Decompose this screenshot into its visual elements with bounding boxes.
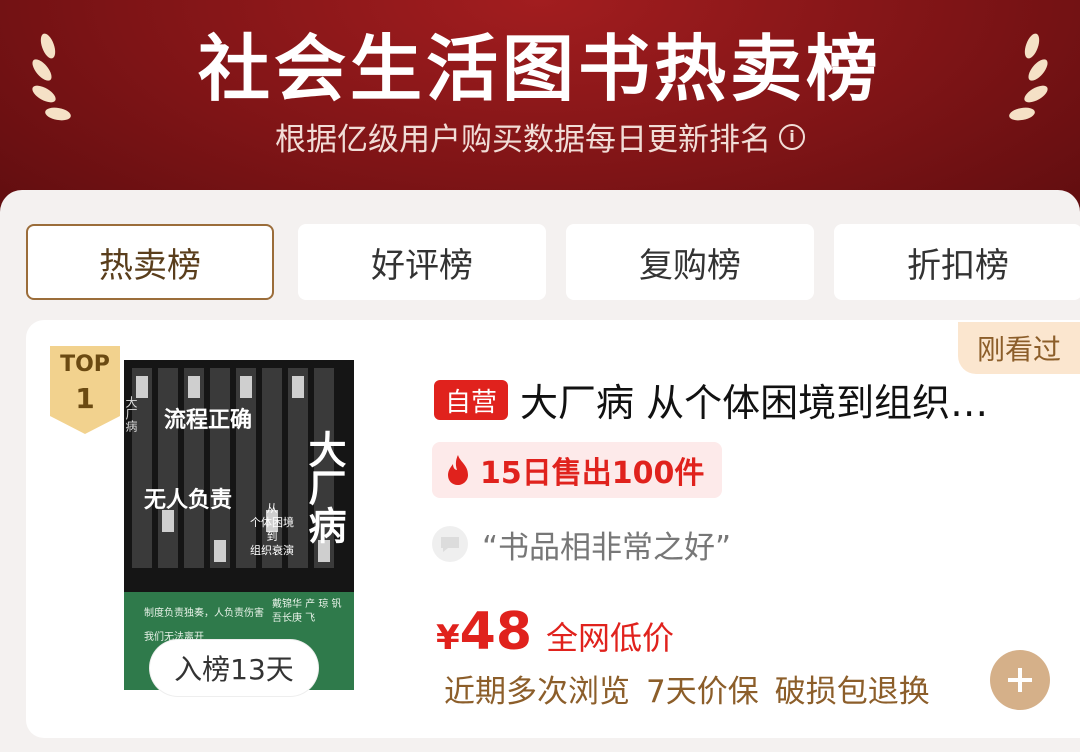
price-label: 全网低价 (546, 619, 675, 657)
cover-slogan-2: 无人负责 (144, 488, 233, 513)
review-snippet[interactable]: “书品相非常之好” (432, 520, 731, 568)
review-text: “书品相非常之好” (482, 529, 732, 566)
cover-subtitle-line: 组织衰演 (250, 544, 294, 557)
cover-subtitle-line: 个体困境 (250, 516, 294, 529)
price-currency: ¥ (436, 618, 460, 658)
fire-icon (448, 455, 468, 485)
price-value: 48 (459, 602, 533, 662)
tab-repurchase[interactable]: 复购榜 (566, 224, 814, 300)
product-title[interactable]: 大厂病 从个体困境到组织… (520, 372, 1060, 428)
sales-text: 15日售出100件 (480, 456, 705, 491)
cover-subtitle: 从 个体困境 到 组织衰演 (242, 502, 302, 558)
rank-badge: TOP 1 (50, 346, 120, 434)
rank-number: 1 (75, 382, 95, 415)
perk-item: 7天价保 (646, 674, 759, 710)
days-on-list-badge: 入榜13天 (150, 640, 318, 696)
cover-subtitle-line: 到 (266, 530, 278, 543)
tab-good-review[interactable]: 好评榜 (298, 224, 546, 300)
chat-bubble-icon (432, 526, 468, 562)
tab-discount[interactable]: 折扣榜 (834, 224, 1080, 300)
sales-badge: 15日售出100件 (432, 442, 722, 498)
plus-icon (1008, 668, 1032, 692)
cover-authors: 戴锦华 产 琼 钒 吾长庚 飞 (272, 599, 342, 624)
subtitle-text: 根据亿级用户购买数据每日更新排名 (275, 122, 771, 158)
add-to-cart-button[interactable] (990, 650, 1050, 710)
perks-row: 近期多次浏览 7天价保 破损包退换 (444, 666, 930, 711)
perk-item: 破损包退换 (774, 674, 930, 710)
cover-slogan-1: 流程正确 (164, 408, 253, 433)
cover-title: 大厂病 (302, 430, 346, 544)
rank-top-label: TOP (60, 352, 110, 377)
perk-item: 近期多次浏览 (444, 674, 630, 710)
recently-viewed-badge: 刚看过 (958, 322, 1080, 374)
cover-green-line-1: 制度负责独奏，人负责伤害 (144, 608, 264, 619)
self-operated-tag: 自营 (434, 380, 508, 420)
cover-subtitle-line: 从 (266, 502, 278, 515)
page-subtitle: 根据亿级用户购买数据每日更新排名 i (0, 114, 1080, 159)
price: ¥ 48 全网低价 (436, 602, 674, 662)
info-icon[interactable]: i (779, 123, 805, 150)
laurel-icon (1009, 33, 1048, 121)
cover-side-text: 大厂病 (124, 396, 138, 432)
page-title: 社会生活图书热卖榜 (197, 27, 882, 111)
tab-hot-sale[interactable]: 热卖榜 (26, 224, 274, 300)
